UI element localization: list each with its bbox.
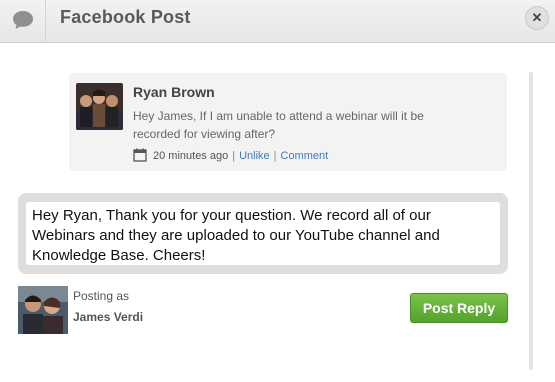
reply-box: Hey Ryan, Thank you for your question. W… — [18, 193, 508, 274]
poster-avatar — [18, 286, 68, 334]
meta-separator: | — [232, 150, 236, 162]
meta-separator: | — [273, 150, 277, 162]
dialog-titlebar: Facebook Post ✕ — [0, 0, 555, 43]
posting-as-label: Posting as — [73, 289, 130, 303]
comment-author[interactable]: Ryan Brown — [133, 84, 215, 100]
close-button[interactable]: ✕ — [525, 6, 549, 30]
close-icon[interactable]: ✕ — [532, 10, 543, 25]
scrollbar[interactable] — [529, 72, 533, 370]
comment-text: Hey James, If I am unable to attend a we… — [133, 109, 424, 141]
title-icon-container — [0, 0, 46, 42]
speech-bubble-icon — [13, 11, 33, 29]
comment-time: 20 minutes ago — [153, 150, 229, 162]
reply-textarea[interactable]: Hey Ryan, Thank you for your question. W… — [26, 202, 500, 265]
post-reply-button[interactable]: Post Reply — [410, 293, 508, 323]
comment-link[interactable]: Comment — [281, 150, 329, 162]
avatar — [76, 83, 123, 130]
reply-text[interactable]: Hey Ryan, Thank you for your question. W… — [32, 206, 494, 266]
calendar-icon — [133, 148, 147, 162]
unlike-link[interactable]: Unlike — [239, 150, 270, 162]
dialog-title: Facebook Post — [60, 7, 191, 27]
poster-name: James Verdi — [73, 310, 144, 324]
comment-card: Ryan Brown Hey James, If I am unable to … — [69, 73, 507, 171]
comment-meta: 20 minutes ago | Unlike | Comment — [133, 148, 328, 162]
